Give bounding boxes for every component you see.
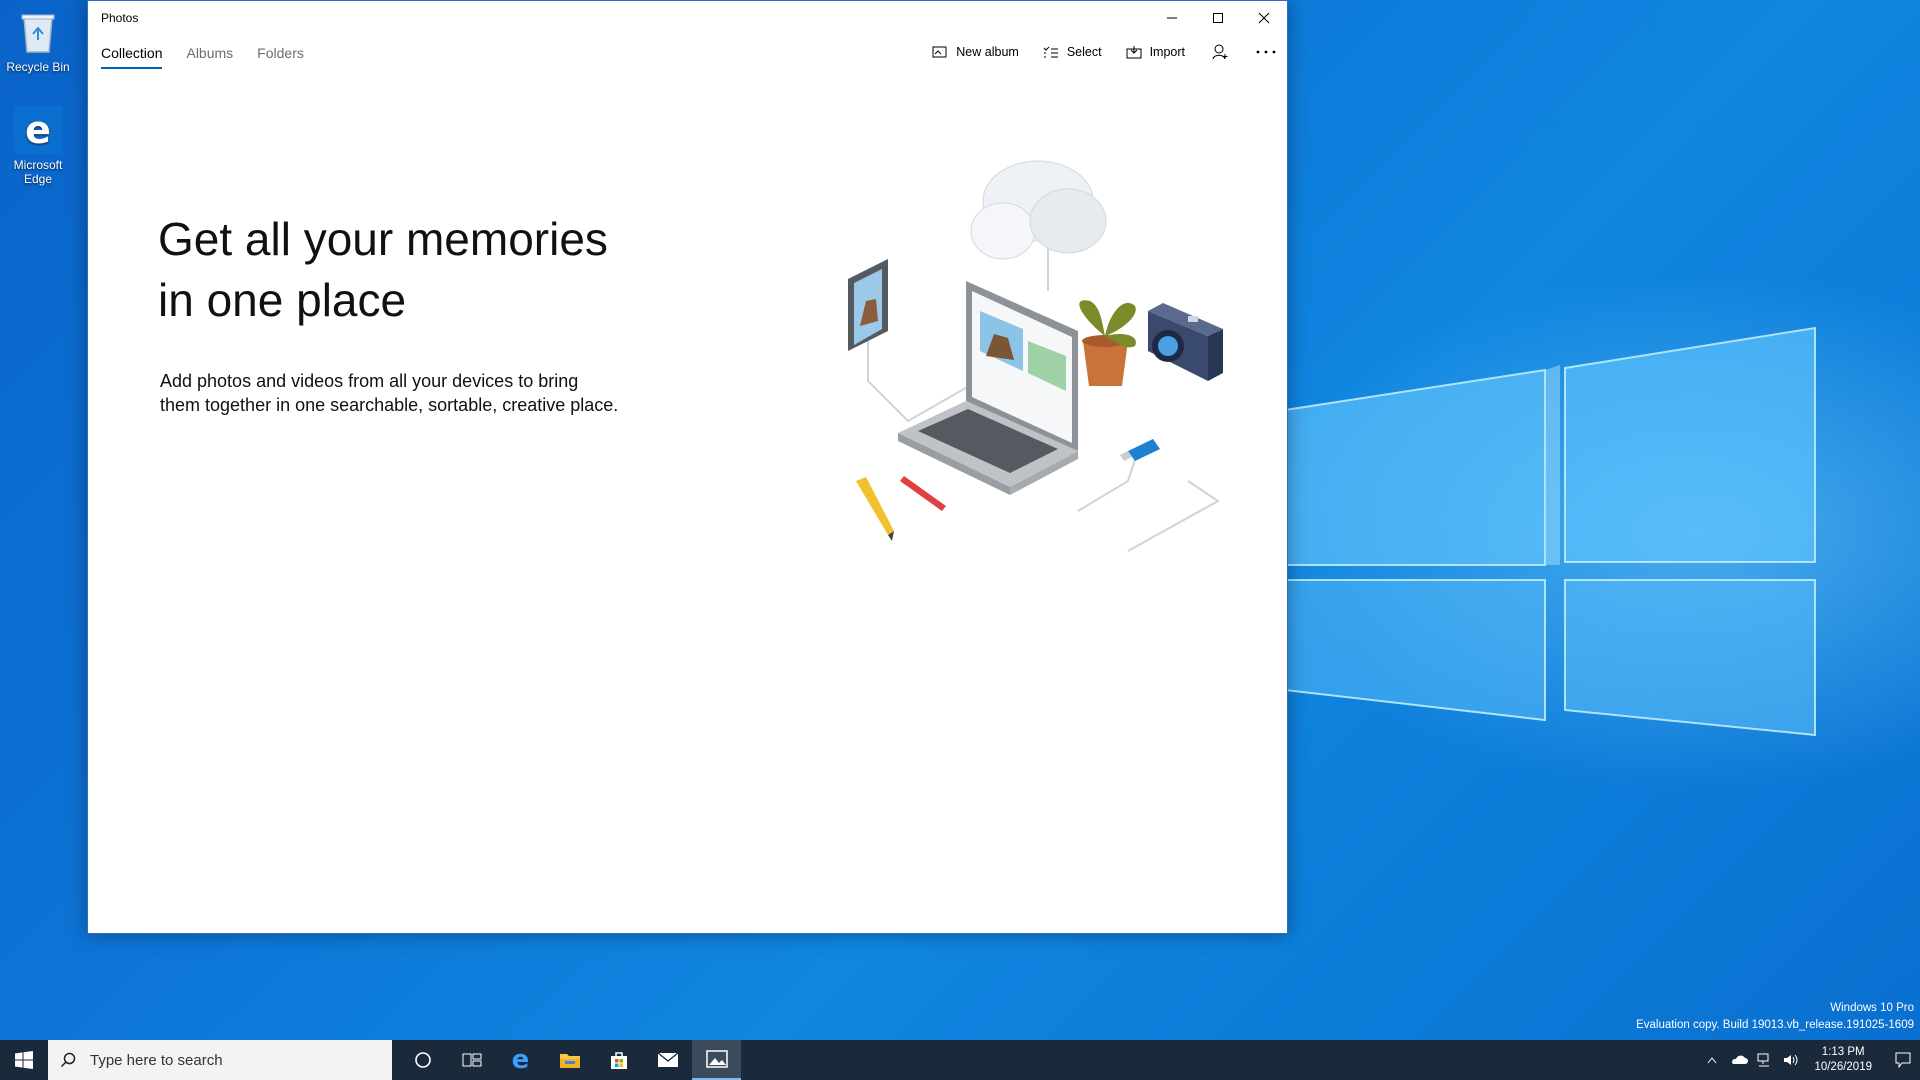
start-button[interactable]	[0, 1040, 48, 1080]
chevron-up-icon	[1708, 1057, 1717, 1064]
search-icon	[60, 1052, 76, 1068]
tab-list: Collection Albums Folders	[101, 45, 304, 69]
more-icon	[1256, 50, 1276, 54]
tab-albums[interactable]: Albums	[186, 45, 233, 69]
search-placeholder: Type here to search	[90, 1051, 223, 1069]
select-button[interactable]: Select	[1043, 45, 1102, 59]
volume-button[interactable]	[1778, 1040, 1804, 1080]
network-icon	[1757, 1053, 1770, 1067]
hero-title: Get all your memories in one place	[158, 209, 678, 331]
clock-time: 1:13 PM	[1821, 1046, 1865, 1058]
photos-icon	[705, 1050, 728, 1068]
hero-description: Add photos and videos from all your devi…	[160, 369, 680, 417]
maximize-icon	[1213, 13, 1223, 23]
taskbar: Type here to search e 1:13 PM 10/26/2019	[0, 1040, 1920, 1080]
photos-window: Photos Collection Albums Folders New alb…	[87, 0, 1288, 934]
hero-title-line1: Get all your memories	[158, 213, 608, 265]
hero-body-line1: Add photos and videos from all your devi…	[160, 371, 579, 391]
desktop-watermark: Windows 10 Pro Evaluation copy. Build 19…	[1636, 1000, 1914, 1034]
edge-icon: e	[14, 106, 62, 154]
close-button[interactable]	[1241, 1, 1287, 35]
tab-collection[interactable]: Collection	[101, 45, 163, 69]
new-album-label: New album	[956, 45, 1019, 59]
cortana-icon	[414, 1052, 431, 1068]
toolbar: New album Select Import	[908, 43, 1277, 61]
hero-title-line2: in one place	[158, 274, 407, 326]
taskbar-edge-button[interactable]: e	[496, 1040, 545, 1080]
cortana-button[interactable]	[398, 1040, 447, 1080]
watermark-edition: Windows 10 Pro	[1830, 1002, 1914, 1014]
plant-icon	[1079, 300, 1136, 386]
maximize-button[interactable]	[1195, 1, 1241, 35]
clock-date: 10/26/2019	[1814, 1061, 1872, 1073]
pencils-icon	[856, 476, 946, 541]
system-tray: 1:13 PM 10/26/2019	[1698, 1040, 1920, 1080]
taskbar-photos-button[interactable]	[692, 1040, 741, 1080]
cloud-icon	[970, 160, 1107, 260]
tab-folders[interactable]: Folders	[257, 45, 304, 69]
laptop-icon	[898, 281, 1078, 495]
mail-icon	[657, 1052, 678, 1067]
select-label: Select	[1066, 45, 1102, 59]
taskbar-search-box[interactable]: Type here to search	[48, 1040, 392, 1080]
devices-illustration	[848, 160, 1223, 552]
select-icon	[1043, 46, 1058, 58]
taskbar-file-explorer-button[interactable]	[545, 1040, 594, 1080]
desktop-icon-edge[interactable]: e Microsoft Edge	[0, 106, 76, 186]
task-view-icon	[462, 1053, 481, 1067]
minimize-button[interactable]	[1149, 1, 1195, 35]
windows-logo-wallpaper	[1284, 326, 1816, 737]
watermark-build: Evaluation copy. Build 19013.vb_release.…	[1636, 1019, 1914, 1031]
add-person-icon	[1212, 44, 1228, 60]
volume-icon	[1784, 1054, 1798, 1066]
file-explorer-icon	[559, 1054, 580, 1068]
action-center-button[interactable]	[1886, 1040, 1920, 1080]
window-title: Photos	[101, 11, 139, 25]
import-label: Import	[1149, 45, 1185, 59]
onedrive-button[interactable]	[1726, 1040, 1752, 1080]
taskbar-clock[interactable]: 1:13 PM 10/26/2019	[1814, 1045, 1872, 1075]
more-options-button[interactable]	[1255, 49, 1277, 55]
taskbar-mail-button[interactable]	[643, 1040, 692, 1080]
new-album-button[interactable]: New album	[932, 45, 1019, 59]
onedrive-icon	[1732, 1055, 1749, 1064]
recycle-bin-label: Recycle Bin	[6, 60, 70, 74]
usb-drive-icon	[1120, 439, 1160, 461]
edge-label: Microsoft Edge	[13, 158, 63, 186]
taskbar-store-button[interactable]	[594, 1040, 643, 1080]
store-icon	[610, 1052, 627, 1069]
windows-start-icon	[15, 1051, 33, 1069]
new-album-icon	[932, 46, 947, 58]
notification-icon	[1895, 1052, 1911, 1068]
desktop-icon-recycle-bin[interactable]: Recycle Bin	[0, 8, 76, 74]
camera-icon	[1148, 303, 1223, 381]
task-view-button[interactable]	[447, 1040, 496, 1080]
edge-icon: e	[511, 1045, 530, 1075]
minimize-icon	[1167, 17, 1177, 19]
show-hidden-icons-button[interactable]	[1698, 1040, 1726, 1080]
recycle-bin-icon	[14, 8, 62, 56]
import-icon	[1126, 46, 1142, 59]
phone-icon	[848, 259, 888, 351]
close-icon	[1258, 12, 1270, 24]
title-bar[interactable]: Photos	[88, 1, 1287, 35]
nav-bar: Collection Albums Folders New album Sele…	[88, 35, 1287, 75]
window-controls	[1149, 1, 1287, 35]
add-person-button[interactable]	[1211, 43, 1229, 61]
network-button[interactable]	[1752, 1040, 1778, 1080]
hero-body-line2: them together in one searchable, sortabl…	[160, 395, 619, 415]
import-button[interactable]: Import	[1126, 45, 1185, 59]
